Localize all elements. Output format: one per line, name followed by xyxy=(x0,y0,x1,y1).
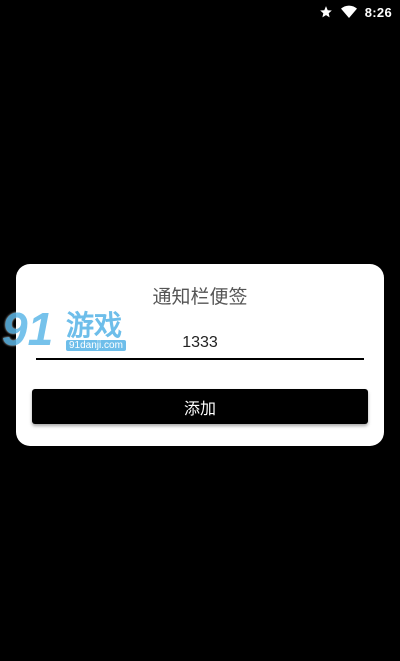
add-button[interactable]: 添加 xyxy=(32,389,368,424)
status-time: 8:26 xyxy=(364,4,392,20)
dialog-title: 通知栏便签 xyxy=(152,286,248,308)
note-input-wrapper xyxy=(36,328,364,360)
star-icon xyxy=(319,5,333,19)
status-bar: 8:26 xyxy=(0,0,400,24)
wifi-icon xyxy=(340,5,357,19)
note-dialog: 通知栏便签 添加 xyxy=(16,264,384,446)
app-screen: 8:26 通知栏便签 添加 91 游戏 91danji.com xyxy=(0,0,400,661)
note-input[interactable] xyxy=(36,328,364,358)
